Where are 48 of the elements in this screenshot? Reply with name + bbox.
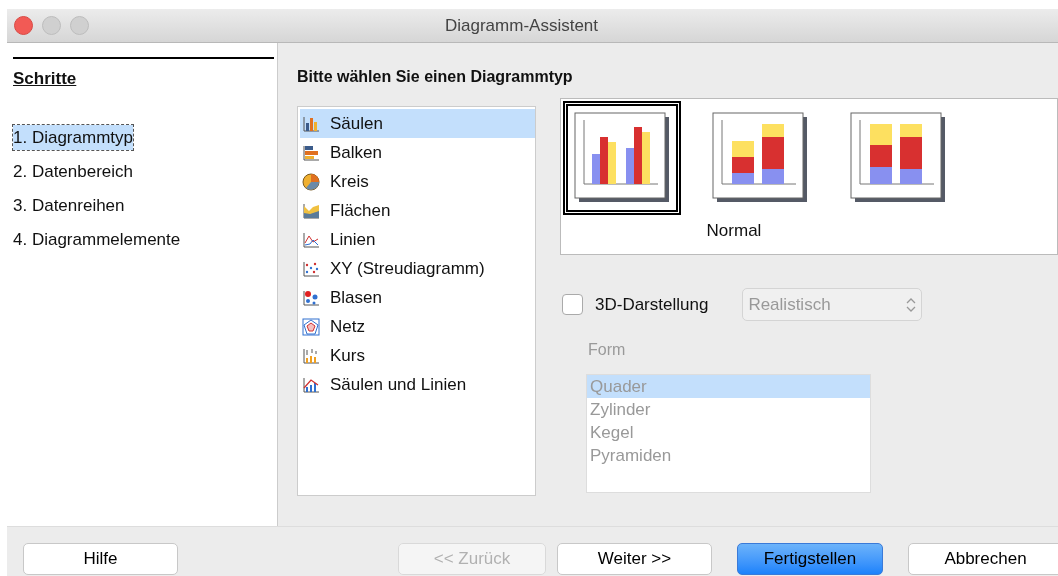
step-item[interactable]: 1. Diagrammtyp [13,124,133,150]
pie-chart-icon [302,172,320,191]
chart-type-label: Balken [330,141,382,164]
close-icon[interactable] [14,16,33,35]
scatter-chart-icon [302,259,320,278]
chart-type-item[interactable]: Linien [300,225,535,254]
chart-type-item[interactable]: Säulen [300,109,535,138]
section-heading: Bitte wählen Sie einen Diagrammtyp [297,67,574,87]
column-line-chart-icon [302,375,320,394]
chart-type-label: Flächen [330,199,391,222]
chart-type-label: Netz [330,315,365,338]
chart-type-item[interactable]: Blasen [300,283,535,312]
chevron-icon [906,296,917,313]
dialog-button[interactable]: Hilfe [23,543,178,575]
stock-chart-icon [302,346,320,365]
steps-title: Schritte [13,68,77,90]
form-label: Form [588,340,627,360]
dialog-button[interactable]: Abbrechen [908,543,1058,575]
chart-type-label: XY (Streudiagramm) [330,257,485,280]
chart-type-item[interactable]: Flächen [300,196,535,225]
window-title: Diagramm-Assistent [445,14,599,37]
checkbox[interactable] [562,294,583,315]
column-chart-icon [302,114,320,133]
chart-type-label: Kurs [330,344,365,367]
variant-label: Normal [706,220,762,242]
step-item[interactable]: 4. Diagrammelemente [13,226,181,252]
chart-type-item[interactable]: Netz [300,312,535,341]
radar-chart-icon [302,317,320,336]
line-chart-icon [302,230,320,249]
chart-type-label: Säulen und Linien [330,373,467,396]
checkbox-label: 3D-Darstellung [595,293,709,316]
chart-type-item[interactable]: XY (Streudiagramm) [300,254,535,283]
chart-type-item[interactable]: Balken [300,138,535,167]
chart-type-item[interactable]: Kurs [300,341,535,370]
area-chart-icon [302,201,320,220]
dialog-button[interactable]: Weiter >> [557,543,712,575]
chart-type-item[interactable]: Kreis [300,167,535,196]
step-item[interactable]: 2. Datenbereich [13,158,134,184]
chart-type-label: Blasen [330,286,382,309]
dialog-button[interactable]: Fertigstellen [737,543,883,575]
bubble-chart-icon [302,288,320,307]
chart-type-label: Säulen [330,112,383,135]
chart-variant-option[interactable] [563,101,681,215]
chart-type-label: Linien [330,228,376,251]
chart-type-label: Kreis [330,170,369,193]
chart-type-item[interactable]: Säulen und Linien [300,370,535,399]
bar-chart-icon [302,143,320,162]
step-item[interactable]: 3. Datenreihen [13,192,125,218]
